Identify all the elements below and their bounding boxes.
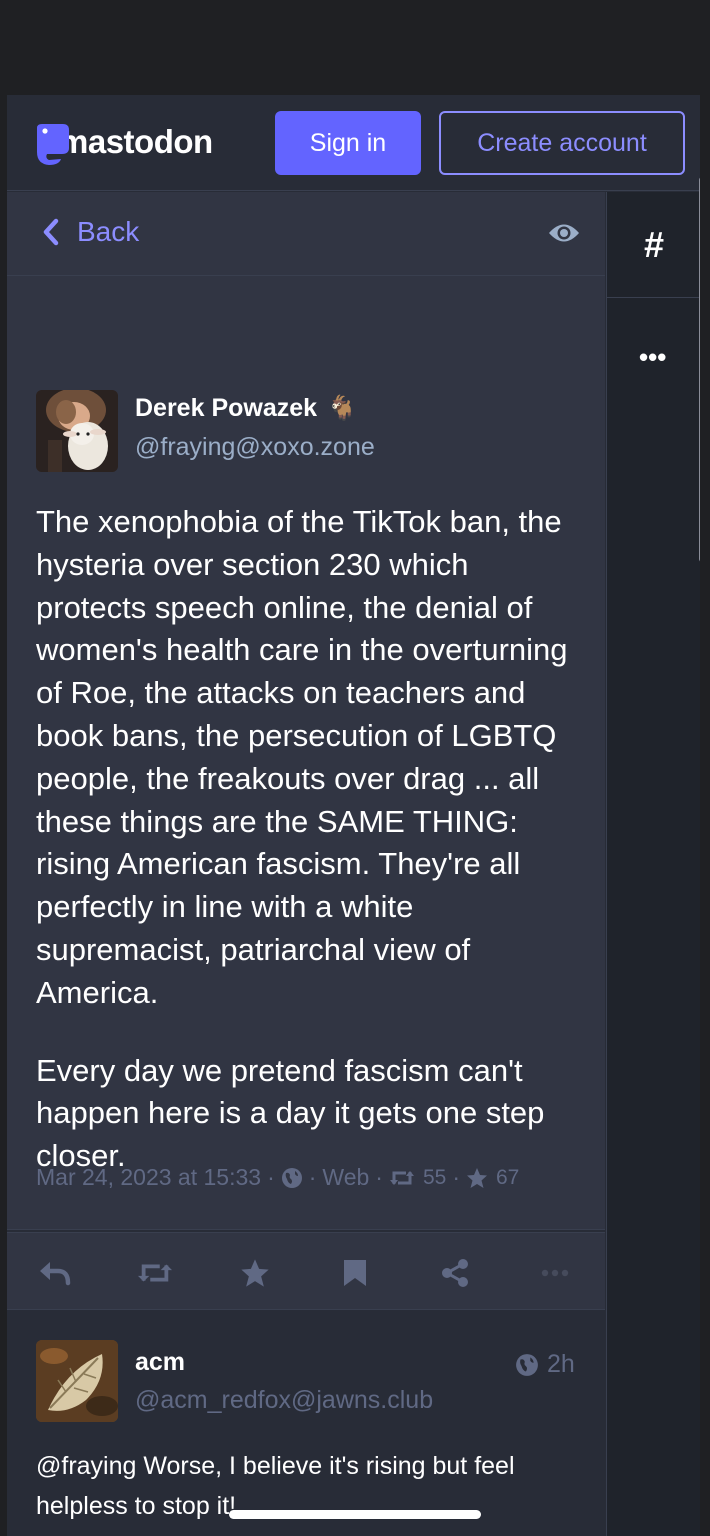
favourite-count[interactable]: 67 — [496, 1166, 519, 1190]
home-indicator[interactable] — [229, 1510, 481, 1519]
author-handle[interactable]: @fraying@xoxo.zone — [135, 433, 375, 462]
reply-author-handle[interactable]: @acm_redfox@jawns.club — [135, 1386, 433, 1415]
status-paragraph: Every day we pretend fascism can't happe… — [36, 1052, 545, 1174]
share-icon[interactable] — [437, 1255, 473, 1291]
globe-icon — [281, 1167, 302, 1188]
status-action-bar — [7, 1232, 605, 1310]
more-menu-icon[interactable]: ••• — [639, 342, 666, 373]
avatar[interactable] — [36, 1340, 118, 1422]
mastodon-app: mastodon Sign in Create account Back Der… — [7, 95, 700, 1536]
star-icon — [467, 1167, 487, 1188]
reply-time[interactable]: 2h — [515, 1350, 575, 1379]
boost-icon — [389, 1170, 414, 1185]
main-status: Derek Powazek 🐐 @fraying@xoxo.zone The x… — [7, 276, 605, 1230]
mastodon-logo-icon — [33, 122, 73, 165]
back-label: Back — [77, 216, 140, 247]
reply-status[interactable]: acm @acm_redfox@jawns.club 2h @fraying W… — [7, 1310, 605, 1536]
goat-emoji: 🐐 — [327, 395, 357, 422]
more-options-icon[interactable] — [537, 1255, 573, 1291]
system-status-area — [0, 0, 710, 95]
display-name-text: Derek Powazek — [135, 394, 318, 422]
relative-time: 2h — [547, 1350, 575, 1378]
reply-author-name[interactable]: acm — [135, 1348, 185, 1377]
boost-count[interactable]: 55 — [423, 1166, 446, 1190]
chevron-left-icon — [43, 218, 59, 246]
author-display-name[interactable]: Derek Powazek 🐐 — [135, 394, 357, 423]
status-column: Back Derek Powazek 🐐 @fraying@xoxo.zone … — [7, 192, 605, 1536]
logo-wordmark: mastodon — [59, 123, 213, 160]
favourite-icon[interactable] — [237, 1255, 273, 1291]
hashtag-icon[interactable]: # — [607, 192, 700, 298]
status-content: The xenophobia of the TikTok ban, the hy… — [36, 501, 581, 1213]
status-application[interactable]: Web — [322, 1164, 369, 1191]
eye-icon[interactable] — [548, 222, 580, 249]
globe-icon — [516, 1353, 538, 1376]
reply-icon[interactable] — [37, 1255, 73, 1291]
avatar[interactable] — [36, 390, 118, 472]
status-paragraph: The xenophobia of the TikTok ban, the hy… — [36, 504, 568, 1010]
status-meta: Mar 24, 2023 at 15:33 · · Web · 55 · 67 — [36, 1164, 520, 1191]
top-bar: mastodon Sign in Create account — [7, 95, 700, 191]
scrollbar[interactable] — [699, 177, 700, 562]
mastodon-logo[interactable]: mastodon — [33, 119, 213, 165]
status-timestamp[interactable]: Mar 24, 2023 at 15:33 — [36, 1164, 261, 1191]
create-account-button[interactable]: Create account — [439, 111, 685, 175]
column-header: Back — [7, 192, 605, 276]
bookmark-icon[interactable] — [337, 1255, 373, 1291]
sign-in-button[interactable]: Sign in — [275, 111, 421, 175]
back-button[interactable]: Back — [41, 216, 139, 248]
navigation-panel: # ••• — [606, 192, 700, 1536]
boost-button-icon[interactable] — [137, 1255, 173, 1291]
